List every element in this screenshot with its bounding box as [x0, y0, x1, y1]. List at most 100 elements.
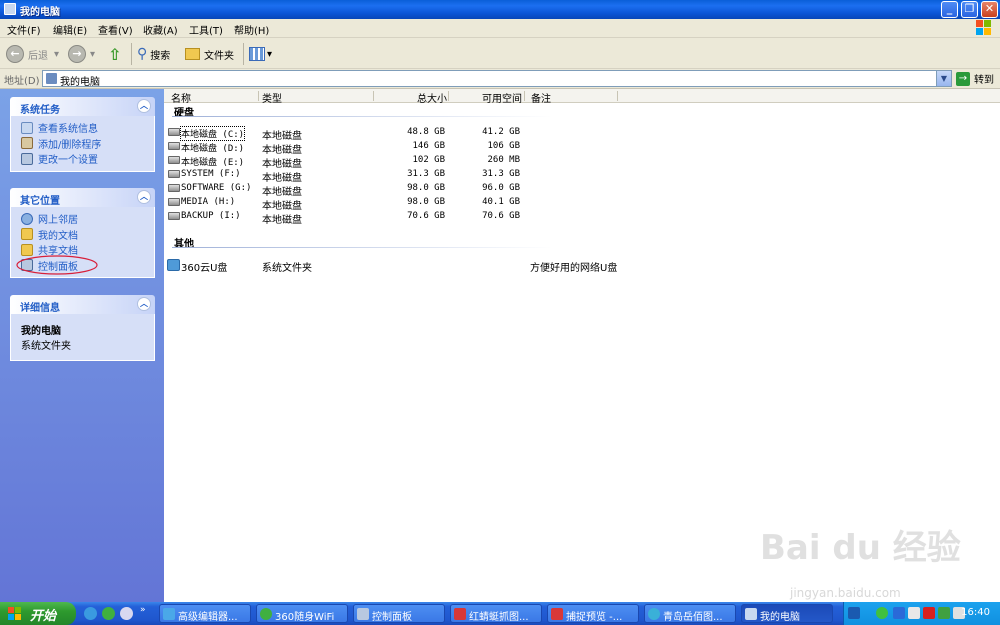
drive-total: 98.0 GB — [407, 183, 445, 193]
column-divider[interactable] — [617, 91, 618, 101]
drive-free: 40.1 GB — [482, 197, 520, 207]
ie-icon[interactable] — [84, 607, 97, 620]
item-name: 360云U盘 — [181, 263, 228, 274]
hard-drive-icon — [168, 128, 180, 136]
hard-drive-icon — [168, 156, 180, 164]
column-divider[interactable] — [258, 91, 259, 101]
column-divider[interactable] — [373, 91, 374, 101]
task-item[interactable]: 青岛岳佰图... — [644, 604, 736, 623]
task-change-setting[interactable]: 更改一个设置 — [21, 151, 154, 167]
drive-free: 41.2 GB — [482, 127, 520, 137]
network-icon[interactable] — [893, 607, 905, 619]
chevron-down-icon: ▾ — [54, 48, 60, 60]
folders-button[interactable]: 文件夹 — [185, 44, 234, 64]
table-row[interactable]: 本地磁盘 (D:) 本地磁盘 146 GB 106 GB — [164, 140, 1000, 156]
search-button[interactable]: ⚲ 搜索 — [137, 44, 170, 64]
table-row[interactable]: SOFTWARE (G:) 本地磁盘 98.0 GB 96.0 GB — [164, 182, 1000, 198]
go-button[interactable]: → 转到 — [956, 71, 994, 86]
computer-icon — [4, 3, 16, 15]
menu-favorites[interactable]: 收藏(A) — [143, 22, 178, 37]
task-item[interactable]: 捕捉预览 -... — [547, 604, 639, 623]
group-divider — [172, 116, 552, 117]
desktop-icon[interactable] — [120, 607, 133, 620]
collapse-icon[interactable]: ︿ — [137, 297, 151, 311]
menu-view[interactable]: 查看(V) — [98, 22, 133, 37]
column-name[interactable]: 名称 — [171, 90, 191, 105]
place-my-documents[interactable]: 我的文档 — [21, 227, 154, 243]
preview-app-icon — [551, 608, 563, 620]
baidu-watermark: Bai du 经验 — [760, 528, 961, 568]
table-row[interactable]: SYSTEM (F:) 本地磁盘 31.3 GB 31.3 GB — [164, 168, 1000, 184]
forward-button[interactable]: → ▾ — [68, 44, 95, 64]
table-row[interactable]: 本地磁盘 (C:) 本地磁盘 48.8 GB 41.2 GB — [164, 126, 1000, 142]
collapse-icon[interactable]: ︿ — [137, 190, 151, 204]
tray-arrow-icon[interactable] — [848, 607, 860, 619]
table-row[interactable]: BACKUP (I:) 本地磁盘 70.6 GB 70.6 GB — [164, 210, 1000, 226]
place-network[interactable]: 网上邻居 — [21, 211, 154, 227]
column-free-space[interactable]: 可用空间 — [482, 90, 522, 105]
details-name: 我的电脑 — [21, 326, 61, 337]
address-input[interactable]: 我的电脑 ▼ — [42, 70, 952, 88]
menu-help[interactable]: 帮助(H) — [234, 22, 269, 37]
table-row[interactable]: MEDIA (H:) 本地磁盘 98.0 GB 40.1 GB — [164, 196, 1000, 212]
chevron-right-icon[interactable]: » — [140, 605, 146, 615]
menu-edit[interactable]: 编辑(E) — [53, 22, 87, 37]
maximize-button[interactable]: ❐ — [961, 1, 978, 18]
drive-name: SYSTEM (F:) — [181, 169, 241, 179]
place-label: 我的文档 — [38, 230, 78, 242]
drive-total: 48.8 GB — [407, 127, 445, 137]
window-title: 我的电脑 — [20, 7, 60, 18]
task-add-remove-programs[interactable]: 添加/删除程序 — [21, 136, 154, 152]
menu-tools[interactable]: 工具(T) — [189, 22, 223, 37]
column-comments[interactable]: 备注 — [531, 90, 551, 105]
system-tasks-header[interactable]: 系统任务 ︿ — [10, 97, 155, 116]
task-item-active[interactable]: 我的电脑 — [741, 604, 833, 623]
browser-icon — [648, 608, 660, 620]
views-button[interactable]: ▾ — [249, 44, 272, 64]
task-label: 更改一个设置 — [38, 155, 98, 167]
column-type[interactable]: 类型 — [262, 90, 282, 105]
close-button[interactable]: ✕ — [981, 1, 998, 18]
control-panel-icon — [357, 608, 369, 620]
task-item[interactable]: 360随身WiFi — [256, 604, 348, 623]
menu-file[interactable]: 文件(F) — [7, 22, 41, 37]
drive-total: 98.0 GB — [407, 197, 445, 207]
column-total-size[interactable]: 总大小 — [417, 90, 447, 105]
table-row[interactable]: 本地磁盘 (E:) 本地磁盘 102 GB 260 MB — [164, 154, 1000, 170]
security-icon[interactable] — [923, 607, 935, 619]
chevron-down-icon: ▾ — [90, 48, 96, 60]
toolbar-divider — [131, 43, 132, 65]
clock[interactable]: 16:40 — [961, 607, 990, 618]
column-divider[interactable] — [524, 91, 525, 101]
other-places-header[interactable]: 其它位置 ︿ — [10, 188, 155, 207]
details-panel: 详细信息 ︿ 我的电脑 系统文件夹 — [10, 295, 155, 361]
details-header[interactable]: 详细信息 ︿ — [10, 295, 155, 314]
360-icon[interactable] — [102, 607, 115, 620]
details-title: 详细信息 — [20, 303, 60, 314]
task-label: 捕捉预览 -... — [566, 612, 623, 623]
column-divider[interactable] — [448, 91, 449, 101]
volume-icon[interactable] — [908, 607, 920, 619]
antivirus-icon[interactable] — [938, 607, 950, 619]
table-row[interactable]: 360云U盘 系统文件夹 方便好用的网络U盘 — [164, 259, 1000, 274]
title-bar[interactable]: 我的电脑 _ ❐ ✕ — [0, 0, 1000, 19]
start-button[interactable]: 开始 — [0, 602, 76, 625]
back-label: 后退 — [28, 50, 48, 62]
chevron-down-icon[interactable]: ▼ — [936, 71, 951, 86]
task-item[interactable]: 红蜻蜓抓图... — [450, 604, 542, 623]
up-button[interactable]: ⇧ — [108, 44, 121, 64]
task-item[interactable]: 控制面板 — [353, 604, 445, 623]
task-item[interactable]: 高级编辑器... — [159, 604, 251, 623]
drive-total: 70.6 GB — [407, 211, 445, 221]
task-view-system-info[interactable]: 查看系统信息 — [21, 120, 154, 136]
drive-free: 31.3 GB — [482, 169, 520, 179]
hard-drive-icon — [168, 184, 180, 192]
collapse-icon[interactable]: ︿ — [137, 99, 151, 113]
back-button[interactable]: ← 后退 ▾ — [6, 44, 59, 64]
views-icon — [249, 47, 265, 61]
task-label: 360随身WiFi — [275, 612, 335, 623]
search-label: 搜索 — [150, 50, 171, 62]
place-control-panel[interactable]: 控制面板 — [16, 254, 154, 275]
wifi-icon[interactable] — [876, 607, 888, 619]
minimize-button[interactable]: _ — [941, 1, 958, 18]
